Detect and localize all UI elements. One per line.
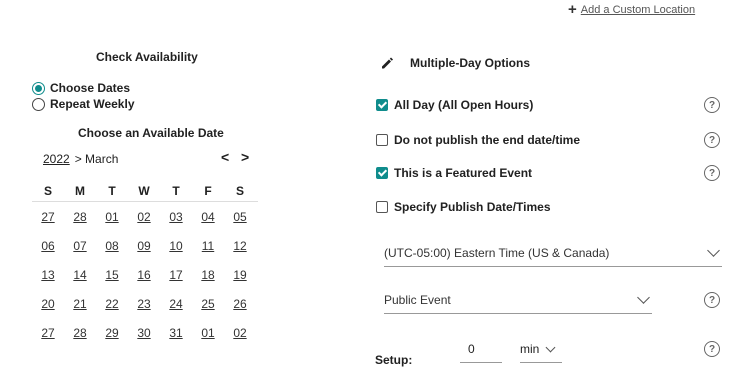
calendar-month: > March (74, 152, 119, 166)
checkbox-all-day-label: All Day (All Open Hours) (394, 98, 534, 112)
calendar-day[interactable]: 30 (128, 326, 160, 340)
calendar-day[interactable]: 02 (224, 326, 256, 340)
calendar-day[interactable]: 03 (160, 210, 192, 224)
calendar-day[interactable]: 18 (192, 268, 224, 282)
calendar-day[interactable]: 22 (96, 297, 128, 311)
pencil-icon (382, 57, 393, 69)
calendar-weekday-row: S M T W T F S (32, 180, 258, 202)
weekday-label: S (43, 183, 52, 198)
calendar-year-link[interactable]: 2022 (43, 152, 70, 166)
calendar-day[interactable]: 27 (32, 326, 64, 340)
help-icon[interactable]: ? (704, 132, 720, 148)
calendar-day[interactable]: 28 (64, 210, 96, 224)
event-type-select[interactable]: Public Event (384, 291, 652, 314)
radio-choose-dates-control[interactable] (32, 81, 45, 95)
plus-icon: + (568, 1, 577, 18)
chevron-down-icon (545, 342, 556, 352)
checkbox-no-end-date-label: Do not publish the end date/time (394, 133, 580, 147)
calendar-day[interactable]: 07 (64, 239, 96, 253)
check-availability-title: Check Availability (96, 50, 198, 64)
event-type-value: Public Event (384, 293, 451, 307)
calendar-day[interactable]: 14 (64, 268, 96, 282)
weekday-label: M (75, 183, 85, 198)
setup-minutes-input[interactable]: 0 (460, 342, 502, 363)
chevron-down-icon (637, 291, 650, 304)
calendar-day[interactable]: 10 (160, 239, 192, 253)
setup-unit-select[interactable]: min (520, 342, 562, 363)
calendar-day[interactable]: 04 (192, 210, 224, 224)
radio-choose-dates[interactable]: Choose Dates (32, 81, 130, 95)
calendar-title: Choose an Available Date (78, 126, 224, 140)
calendar-week-row: 20 21 22 23 24 25 26 (32, 289, 258, 318)
multiple-day-options-toggle[interactable]: Multiple-Day Options (380, 56, 530, 70)
help-icon[interactable]: ? (704, 165, 720, 181)
calendar-day[interactable]: 01 (96, 210, 128, 224)
calendar-day[interactable]: 27 (32, 210, 64, 224)
checkbox-no-end-date-control[interactable] (376, 134, 388, 146)
checkbox-no-end-date[interactable]: Do not publish the end date/time (376, 133, 580, 147)
calendar-day[interactable]: 08 (96, 239, 128, 253)
add-custom-location-label: Add a Custom Location (580, 3, 696, 16)
calendar-day[interactable]: 23 (128, 297, 160, 311)
setup-unit-value: min (520, 342, 540, 356)
radio-repeat-weekly[interactable]: Repeat Weekly (32, 97, 135, 111)
calendar-day[interactable]: 20 (32, 297, 64, 311)
calendar-week-row: 27 28 01 02 03 04 05 (32, 202, 258, 231)
calendar-day[interactable]: 29 (96, 326, 128, 340)
calendar-week-row: 13 14 15 16 17 18 19 (32, 260, 258, 289)
calendar-day[interactable]: 11 (192, 239, 224, 253)
radio-repeat-weekly-control[interactable] (32, 97, 45, 111)
calendar-day[interactable]: 12 (224, 239, 256, 253)
calendar-day[interactable]: 05 (224, 210, 256, 224)
calendar-day[interactable]: 19 (224, 268, 256, 282)
checkbox-publish-dates-label: Specify Publish Date/Times (394, 200, 551, 214)
calendar-day[interactable]: 15 (96, 268, 128, 282)
checkbox-publish-dates[interactable]: Specify Publish Date/Times (376, 200, 551, 214)
weekday-label: T (172, 183, 180, 198)
calendar-next-month-button[interactable]: > (241, 149, 249, 165)
weekday-label: T (108, 183, 116, 198)
checkbox-all-day[interactable]: All Day (All Open Hours) (376, 98, 533, 112)
calendar-week-row: 06 07 08 09 10 11 12 (32, 231, 258, 260)
calendar-day[interactable]: 25 (192, 297, 224, 311)
calendar-day[interactable]: 31 (160, 326, 192, 340)
chevron-down-icon (707, 244, 720, 257)
radio-choose-dates-label: Choose Dates (50, 81, 131, 95)
calendar-grid: S M T W T F S 27 28 01 02 03 04 05 06 07… (32, 180, 258, 347)
checkbox-featured-event[interactable]: This is a Featured Event (376, 166, 532, 180)
radio-repeat-weekly-label: Repeat Weekly (50, 97, 135, 111)
help-icon[interactable]: ? (704, 97, 720, 113)
calendar-day[interactable]: 26 (224, 297, 256, 311)
checkbox-featured-event-label: This is a Featured Event (394, 166, 533, 180)
calendar-day[interactable]: 06 (32, 239, 64, 253)
help-icon[interactable]: ? (704, 341, 720, 357)
calendar-day[interactable]: 28 (64, 326, 96, 340)
calendar-day[interactable]: 17 (160, 268, 192, 282)
weekday-label: F (204, 183, 212, 198)
weekday-label: S (235, 183, 244, 198)
calendar-prev-month-button[interactable]: < (221, 149, 229, 165)
checkbox-featured-event-control[interactable] (376, 167, 388, 179)
calendar-day[interactable]: 02 (128, 210, 160, 224)
calendar-day[interactable]: 24 (160, 297, 192, 311)
calendar-day[interactable]: 13 (32, 268, 64, 282)
help-icon[interactable]: ? (704, 292, 720, 308)
checkbox-publish-dates-control[interactable] (376, 201, 388, 213)
calendar-header: 2022 > March < > (43, 149, 253, 166)
calendar-day[interactable]: 09 (128, 239, 160, 253)
checkbox-all-day-control[interactable] (376, 99, 388, 111)
timezone-select[interactable]: (UTC-05:00) Eastern Time (US & Canada) (384, 244, 722, 267)
calendar-day[interactable]: 16 (128, 268, 160, 282)
calendar-week-row: 27 28 29 30 31 01 02 (32, 318, 258, 347)
calendar-day[interactable]: 01 (192, 326, 224, 340)
multiple-day-options-label: Multiple-Day Options (410, 56, 530, 70)
timezone-value: (UTC-05:00) Eastern Time (US & Canada) (384, 246, 610, 260)
calendar-day[interactable]: 21 (64, 297, 96, 311)
weekday-label: W (138, 183, 150, 198)
add-custom-location-link[interactable]: + Add a Custom Location (568, 2, 695, 17)
setup-label: Setup: (375, 353, 413, 367)
